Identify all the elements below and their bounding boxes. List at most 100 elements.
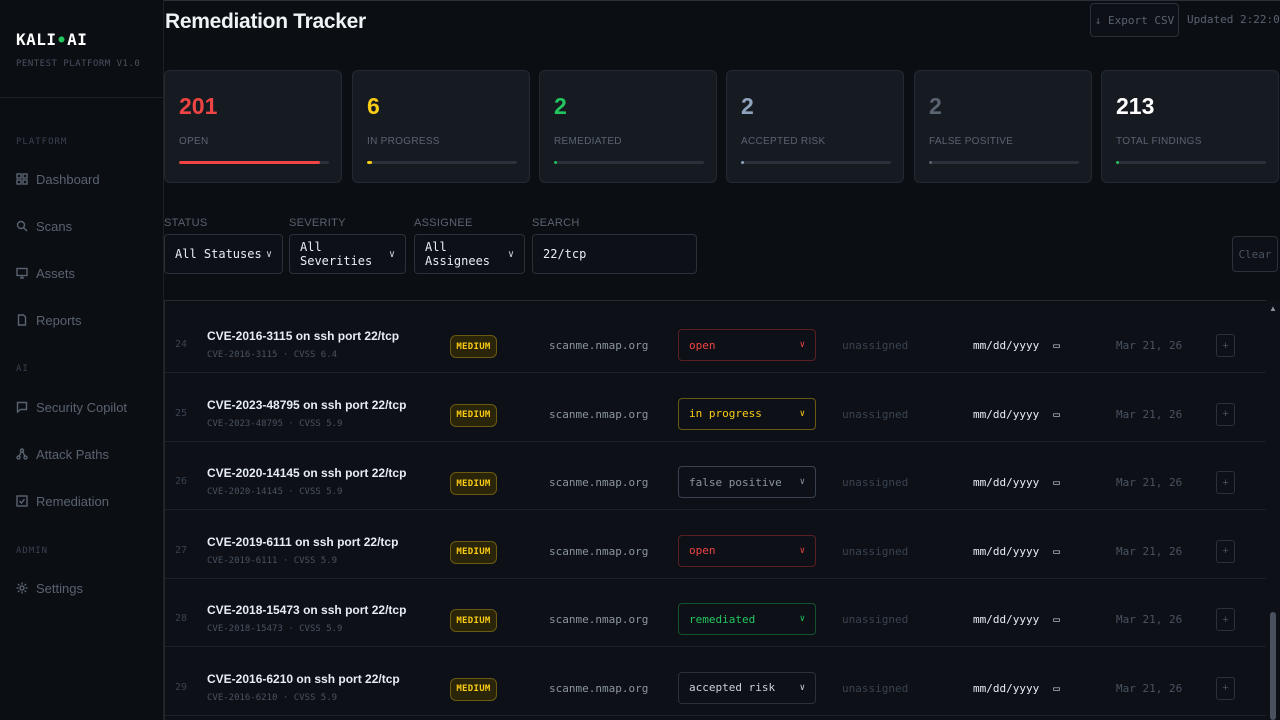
status-value: open [689,544,716,557]
table-row[interactable]: 27 CVE-2019-6111 on ssh port 22/tcp CVE-20… [165,511,1266,579]
chevron-down-icon: ∨ [388,248,395,260]
stat-card-false-positive[interactable]: 2 FALSE POSITIVE [914,70,1092,183]
due-date-input[interactable]: mm/dd/yyyy ▭ [973,408,1060,421]
table-row[interactable]: 25 CVE-2023-48795 on ssh port 22/tcp CVE-2… [165,374,1266,442]
stat-progress-track [1116,161,1266,164]
stat-card-in-progress[interactable]: 6 IN PROGRESS [352,70,530,183]
nav-section-ai: AI [16,364,29,374]
checkbox-icon [16,495,28,507]
table-row[interactable]: 26 CVE-2020-14145 on ssh port 22/tcp CVE-2… [165,442,1266,510]
chevron-down-icon: ∨ [799,340,805,350]
finding-title[interactable]: CVE-2019-6111 on ssh port 22/tcp [207,535,398,549]
finding-title[interactable]: CVE-2023-48795 on ssh port 22/tcp [207,398,406,412]
due-date-input[interactable]: mm/dd/yyyy ▭ [973,545,1060,558]
stat-progress-track [554,161,704,164]
assignee-text[interactable]: unassigned [842,408,908,421]
assignee-text[interactable]: unassigned [842,613,908,626]
brand-logo[interactable]: KALI ● AI [16,30,87,49]
gear-icon [16,582,28,594]
finding-title[interactable]: CVE-2016-6210 on ssh port 22/tcp [207,672,400,686]
stat-progress-fill [1116,161,1119,164]
status-select[interactable]: open ∨ [678,534,816,567]
stat-card-open[interactable]: 201 OPEN [164,70,342,183]
status-filter-label: STATUS [164,217,208,229]
assignee-filter-select[interactable]: All Assignees ∨ [414,234,525,274]
sidebar-item-settings[interactable]: Settings [16,577,83,599]
stat-value: 2 [929,93,942,119]
sidebar-item-scans[interactable]: Scans [16,215,72,237]
add-note-button[interactable]: + [1216,471,1235,494]
chevron-down-icon: ∨ [799,682,805,693]
finding-subtitle: CVE-2016-6210 · CVSS 5.9 [207,692,338,703]
finding-subtitle: CVE-2019-6111 · CVSS 5.9 [207,555,338,566]
scroll-up-arrow-icon[interactable]: ▲ [1269,304,1277,313]
host-text: scanme.nmap.org [549,407,649,421]
due-date-input[interactable]: mm/dd/yyyy ▭ [973,476,1060,489]
stat-progress-fill [367,161,372,164]
stat-value: 213 [1116,93,1155,119]
stat-label: ACCEPTED RISK [741,136,826,147]
add-note-button[interactable]: + [1216,539,1235,563]
sidebar-item-label: Attack Paths [36,446,109,462]
chevron-down-icon: ∨ [799,545,805,556]
search-input[interactable] [532,234,697,274]
calendar-icon[interactable]: ▭ [1053,682,1060,695]
finding-title[interactable]: CVE-2018-15473 on ssh port 22/tcp [207,603,406,617]
finding-title[interactable]: CVE-2020-14145 on ssh port 22/tcp [207,466,406,480]
sidebar-item-label: Security Copilot [36,399,128,415]
scrollbar-thumb[interactable] [1270,612,1276,720]
add-note-button[interactable]: + [1216,608,1235,631]
due-date-input[interactable]: mm/dd/yyyy ▭ [973,682,1060,695]
add-note-button[interactable]: + [1216,676,1235,700]
stat-progress-track [741,161,891,164]
status-select[interactable]: in progress ∨ [678,397,816,430]
date-placeholder: mm/dd/yyyy [973,544,1040,558]
calendar-icon[interactable]: ▭ [1053,339,1060,352]
export-csv-button[interactable]: ↓ Export CSV [1090,3,1179,37]
assignee-text[interactable]: unassigned [842,682,908,695]
assignee-filter-value: All Assignees [425,240,491,268]
sidebar-item-security-copilot[interactable]: Security Copilot [16,396,127,418]
severity-badge: MEDIUM [450,335,497,358]
status-select[interactable]: open ∨ [678,329,816,361]
table-row[interactable]: 29 CVE-2016-6210 on ssh port 22/tcp CVE-20… [165,648,1266,716]
sidebar-item-reports[interactable]: Reports [16,309,82,331]
status-select[interactable]: false positive ∨ [678,466,816,498]
finding-subtitle: CVE-2020-14145 · CVSS 5.9 [207,487,343,497]
due-date-input[interactable]: mm/dd/yyyy ▭ [973,339,1060,352]
table-row[interactable]: 28 CVE-2018-15473 on ssh port 22/tcp CVE-2… [165,579,1266,647]
date-placeholder: mm/dd/yyyy [973,339,1040,352]
finding-title[interactable]: CVE-2016-3115 on ssh port 22/tcp [207,329,399,343]
sidebar-item-assets[interactable]: Assets [16,262,75,284]
calendar-icon[interactable]: ▭ [1053,613,1060,626]
sidebar-item-attack-paths[interactable]: Attack Paths [16,443,109,465]
status-select[interactable]: remediated ∨ [678,603,816,635]
status-filter-select[interactable]: All Statuses ∨ [164,234,283,274]
table-row[interactable]: 24 CVE-2016-3115 on ssh port 22/tcp CVE-20… [165,305,1266,373]
assignee-text[interactable]: unassigned [842,545,908,558]
stat-label: REMEDIATED [554,136,622,147]
calendar-icon[interactable]: ▭ [1053,476,1060,489]
status-select[interactable]: accepted risk ∨ [678,671,816,704]
sidebar-item-label: Dashboard [36,171,100,187]
stat-card-remediated[interactable]: 2 REMEDIATED [539,70,717,183]
stat-card-total-findings[interactable]: 213 TOTAL FINDINGS [1101,70,1279,183]
calendar-icon[interactable]: ▭ [1053,408,1060,421]
assignee-text[interactable]: unassigned [842,476,908,489]
created-date: Mar 21, 26 [1116,339,1183,352]
table-scrollbar[interactable]: ▲ [1266,300,1280,720]
calendar-icon[interactable]: ▭ [1053,545,1060,558]
date-placeholder: mm/dd/yyyy [973,476,1040,489]
chevron-down-icon: ∨ [799,477,805,487]
sidebar-item-dashboard[interactable]: Dashboard [16,168,100,190]
severity-filter-select[interactable]: All Severities ∨ [289,234,406,274]
stat-label: OPEN [179,136,209,147]
add-note-button[interactable]: + [1216,334,1235,357]
due-date-input[interactable]: mm/dd/yyyy ▭ [973,613,1060,626]
assignee-text[interactable]: unassigned [842,339,908,352]
add-note-button[interactable]: + [1216,402,1235,426]
clear-filters-button[interactable]: Clear [1232,236,1278,272]
stat-card-accepted-risk[interactable]: 2 ACCEPTED RISK [726,70,904,183]
sidebar-item-remediation[interactable]: Remediation [16,490,109,512]
status-value: accepted risk [689,681,776,694]
